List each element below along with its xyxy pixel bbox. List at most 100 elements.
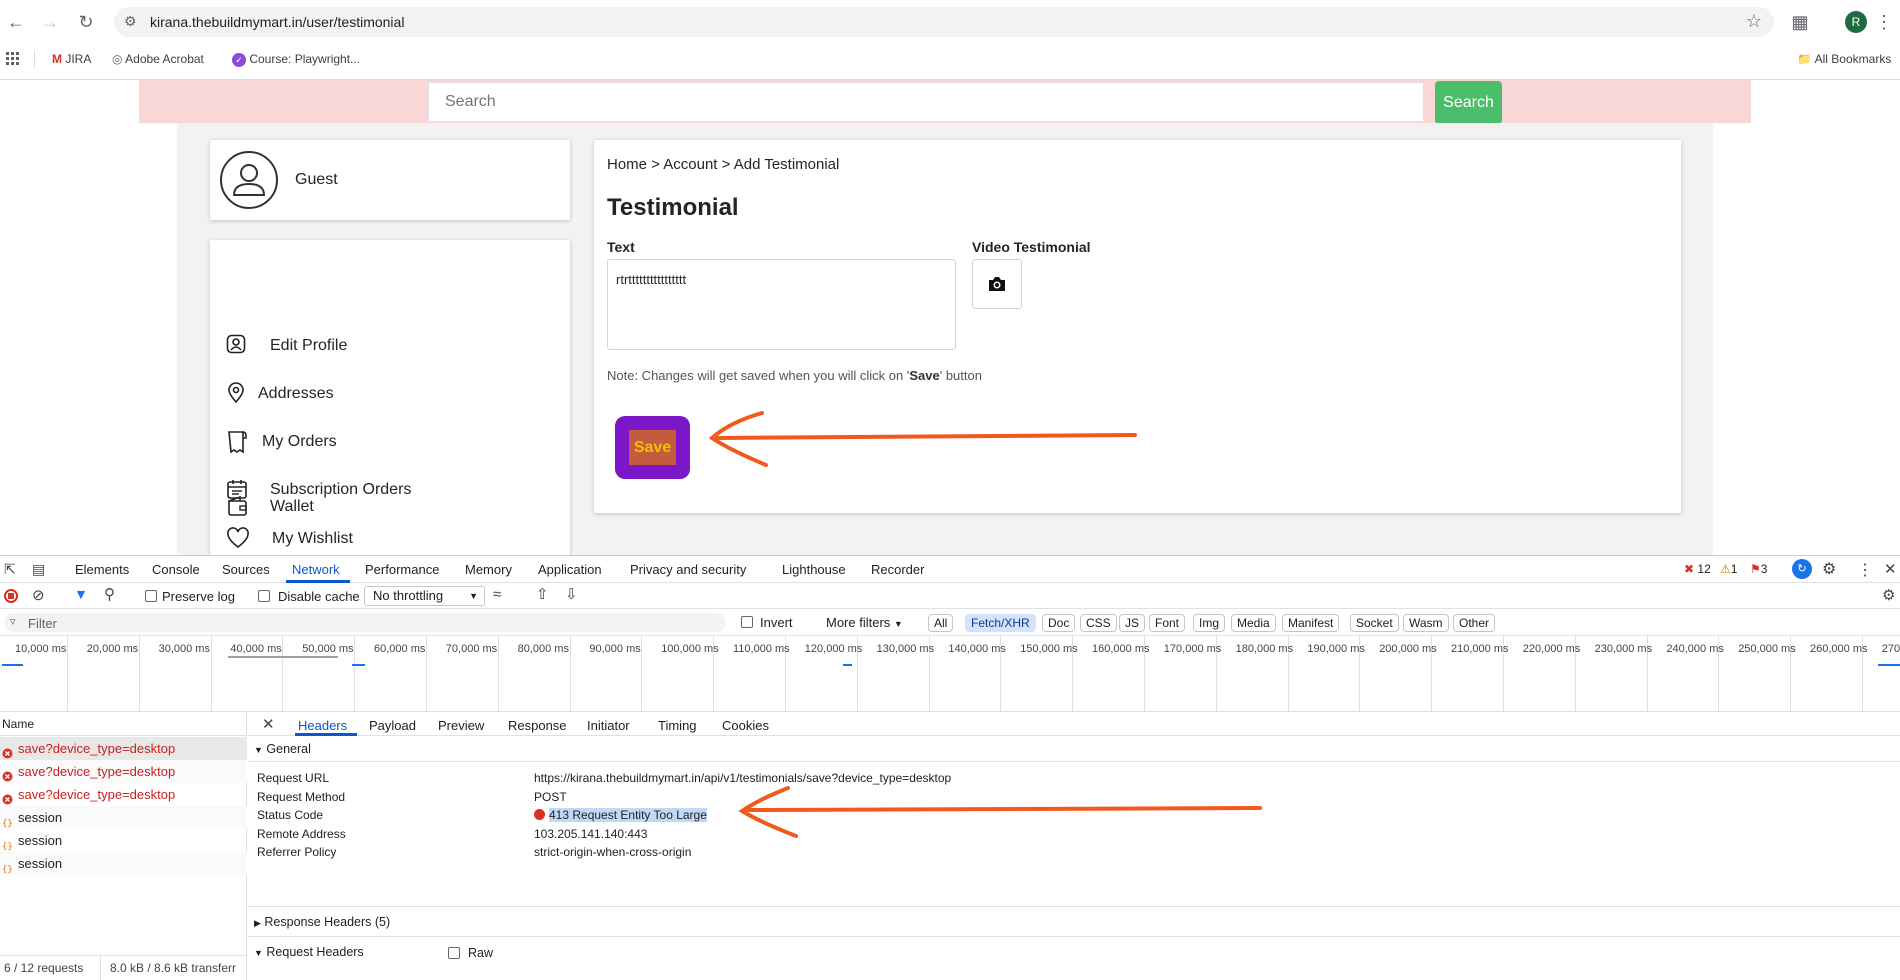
address-bar[interactable]: ⚙ kirana.thebuildmymart.in/user/testimon… bbox=[114, 7, 1774, 37]
bookmark-star-icon[interactable]: ☆ bbox=[1746, 11, 1762, 32]
tab-response[interactable]: Response bbox=[508, 718, 567, 733]
tab-performance[interactable]: Performance bbox=[365, 562, 439, 577]
type-filter-wasm[interactable]: Wasm bbox=[1403, 614, 1449, 632]
response-headers-section[interactable]: ▶ Response Headers (5) bbox=[254, 915, 390, 929]
reload-icon[interactable]: ↻ bbox=[74, 10, 98, 34]
export-har-icon[interactable]: ⇩ bbox=[565, 585, 578, 603]
tab-network[interactable]: Network bbox=[292, 562, 340, 577]
disable-cache-checkbox[interactable] bbox=[258, 590, 270, 602]
request-row[interactable]: {} session bbox=[0, 806, 247, 829]
request-row[interactable]: save?device_type=desktop bbox=[0, 783, 247, 806]
tab-lighthouse[interactable]: Lighthouse bbox=[782, 562, 846, 577]
gmail-icon: M bbox=[52, 52, 62, 66]
request-name: session bbox=[18, 833, 63, 848]
address-bar-url[interactable]: kirana.thebuildmymart.in/user/testimonia… bbox=[150, 14, 404, 30]
tab-timing[interactable]: Timing bbox=[658, 718, 697, 733]
type-filter-font[interactable]: Font bbox=[1149, 614, 1186, 632]
filter-input[interactable]: ▿ Filter bbox=[4, 613, 726, 632]
throttling-select[interactable]: No throttling ▼ bbox=[364, 586, 485, 606]
request-row[interactable]: save?device_type=desktop bbox=[0, 760, 247, 783]
video-testimonial-label: Video Testimonial bbox=[972, 239, 1091, 255]
preserve-log-checkbox[interactable] bbox=[145, 590, 157, 602]
back-icon[interactable]: ← bbox=[4, 10, 28, 34]
type-filter-css[interactable]: CSS bbox=[1080, 614, 1117, 632]
type-filter-img[interactable]: Img bbox=[1193, 614, 1226, 632]
tab-sources[interactable]: Sources bbox=[222, 562, 270, 577]
video-upload-button[interactable] bbox=[972, 259, 1022, 309]
type-filter-socket[interactable]: Socket bbox=[1350, 614, 1399, 632]
apps-grid-icon[interactable] bbox=[6, 52, 20, 66]
extensions-icon[interactable]: ▦ bbox=[1788, 10, 1812, 34]
header-value[interactable]: https://kirana.thebuildmymart.in/api/v1/… bbox=[534, 771, 951, 785]
name-column-header[interactable]: Name bbox=[0, 712, 247, 736]
general-section-header[interactable]: ▼ General bbox=[254, 742, 311, 756]
type-filter-fetch-xhr[interactable]: Fetch/XHR bbox=[965, 614, 1036, 632]
request-row[interactable]: {} session bbox=[0, 829, 247, 852]
network-settings-icon[interactable]: ⚙ bbox=[1882, 586, 1895, 604]
device-toolbar-icon[interactable]: ▤ bbox=[32, 561, 45, 578]
close-detail-icon[interactable]: ✕ bbox=[262, 715, 275, 733]
search-button[interactable]: Search bbox=[1435, 81, 1502, 124]
request-row[interactable]: {} session bbox=[0, 852, 247, 875]
timeline-tick-label: 100,000 ms bbox=[661, 643, 719, 655]
bookmark-course-playwright[interactable]: ✓ Course: Playwright... bbox=[232, 50, 360, 68]
invert-checkbox[interactable] bbox=[741, 616, 753, 628]
request-count: 6 / 12 requests bbox=[4, 961, 84, 975]
testimonial-text-input[interactable]: rtrtttttttttttttttt bbox=[607, 259, 956, 350]
more-filters-dropdown[interactable]: More filters ▼ bbox=[826, 615, 903, 630]
tab-recorder[interactable]: Recorder bbox=[871, 562, 924, 577]
request-headers-section[interactable]: ▼ Request Headers bbox=[254, 945, 364, 959]
sync-icon[interactable]: ↻ bbox=[1792, 559, 1812, 579]
tab-preview[interactable]: Preview bbox=[438, 718, 484, 733]
tab-console[interactable]: Console bbox=[152, 562, 200, 577]
xhr-icon: {} bbox=[2, 835, 13, 852]
tab-initiator[interactable]: Initiator bbox=[587, 718, 630, 733]
network-conditions-icon[interactable]: ≈ bbox=[493, 586, 501, 603]
error-count[interactable]: ✖ 12 bbox=[1684, 562, 1711, 576]
type-filter-other[interactable]: Other bbox=[1453, 614, 1496, 632]
request-row[interactable]: save?device_type=desktop bbox=[0, 737, 247, 760]
type-filter-js[interactable]: JS bbox=[1119, 614, 1146, 632]
issue-count[interactable]: ⚑3 bbox=[1750, 562, 1767, 576]
timeline-tick-label: 230,000 ms bbox=[1594, 643, 1653, 655]
header-value[interactable]: 103.205.141.140:443 bbox=[534, 827, 647, 841]
clear-icon[interactable]: ⊘ bbox=[32, 586, 45, 604]
site-info-icon[interactable]: ⚙ bbox=[124, 13, 137, 30]
header-value[interactable]: strict-origin-when-cross-origin bbox=[534, 845, 691, 859]
tab-cookies[interactable]: Cookies bbox=[722, 718, 769, 733]
timeline-activity-bar bbox=[843, 664, 852, 666]
close-devtools-icon[interactable]: ✕ bbox=[1884, 560, 1897, 578]
save-button[interactable]: Save bbox=[615, 416, 690, 479]
type-filter-manifest[interactable]: Manifest bbox=[1282, 614, 1340, 632]
bookmark-jira[interactable]: M JIRA bbox=[52, 50, 91, 68]
network-overview-timeline[interactable]: 10,000 ms 20,000 ms 30,000 ms 40,000 ms 50,0… bbox=[0, 636, 1900, 712]
header-value[interactable]: 413 Request Entity Too Large bbox=[534, 808, 707, 822]
bookmark-divider bbox=[34, 50, 35, 68]
tab-elements[interactable]: Elements bbox=[75, 562, 129, 577]
type-filter-all[interactable]: All bbox=[928, 614, 954, 632]
filter-funnel-icon[interactable]: ▼ bbox=[74, 586, 88, 602]
raw-checkbox[interactable] bbox=[448, 947, 460, 959]
record-stop-icon[interactable] bbox=[4, 589, 18, 603]
more-options-icon[interactable]: ⋮ bbox=[1857, 560, 1873, 580]
tab-memory[interactable]: Memory bbox=[465, 562, 512, 577]
header-value[interactable]: POST bbox=[534, 790, 567, 804]
warning-count[interactable]: ⚠1 bbox=[1720, 562, 1737, 576]
all-bookmarks[interactable]: 📁 All Bookmarks bbox=[1797, 50, 1891, 68]
search-input[interactable] bbox=[428, 82, 1424, 122]
settings-gear-icon[interactable]: ⚙ bbox=[1822, 559, 1836, 579]
tab-application[interactable]: Application bbox=[538, 562, 602, 577]
bookmark-adobe-acrobat[interactable]: ◎ Adobe Acrobat bbox=[112, 50, 204, 68]
tab-headers[interactable]: Headers bbox=[298, 718, 347, 733]
import-har-icon[interactable]: ⇧ bbox=[536, 585, 549, 603]
timeline-gridline bbox=[67, 636, 68, 712]
profile-avatar[interactable]: R bbox=[1845, 11, 1867, 33]
type-filter-media[interactable]: Media bbox=[1231, 614, 1276, 632]
search-icon[interactable]: ⚲ bbox=[104, 585, 115, 603]
inspect-element-icon[interactable]: ⇱ bbox=[4, 561, 16, 578]
type-filter-doc[interactable]: Doc bbox=[1042, 614, 1076, 632]
tab-payload[interactable]: Payload bbox=[369, 718, 416, 733]
forward-icon[interactable]: → bbox=[38, 10, 62, 34]
tab-privacy-security[interactable]: Privacy and security bbox=[630, 562, 746, 577]
chrome-menu-icon[interactable]: ⋮ bbox=[1872, 10, 1896, 34]
